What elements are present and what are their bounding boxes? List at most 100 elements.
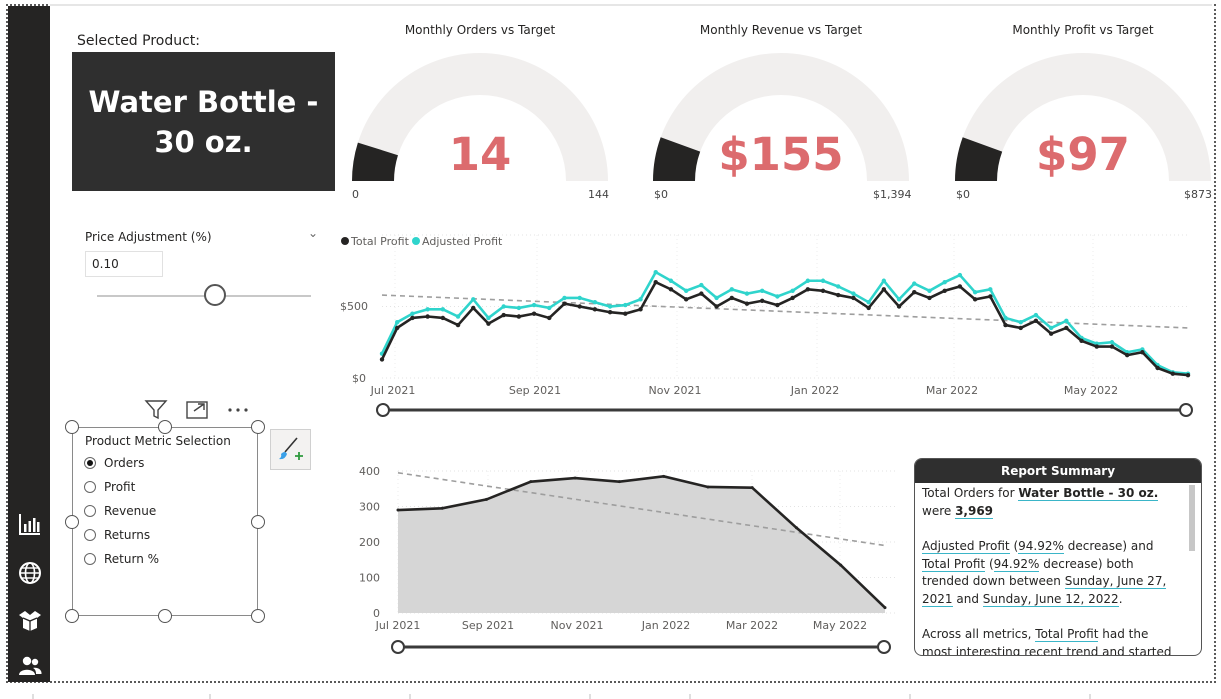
y-tick-label: $0 — [352, 372, 366, 385]
canvas-top-border — [50, 4, 1212, 6]
chevron-down-icon[interactable]: ⌄ — [308, 226, 318, 240]
resize-handle[interactable] — [65, 609, 79, 623]
data-point — [805, 287, 811, 292]
summary-date-link[interactable]: Sunday, June 12, 2022 — [982, 591, 1119, 607]
box-icon[interactable] — [18, 608, 42, 632]
data-point — [425, 314, 430, 319]
summary-text: ( — [985, 556, 994, 571]
series-line-adjusted-profit — [380, 270, 1189, 376]
data-point — [668, 287, 674, 292]
data-point — [607, 310, 613, 315]
legend-label-adjusted-profit: Adjusted Profit — [422, 235, 503, 248]
bar-chart-icon[interactable] — [18, 512, 42, 536]
data-point — [547, 315, 552, 321]
radio-button[interactable] — [84, 553, 96, 565]
data-point — [1018, 325, 1023, 331]
zoom-slider-handle[interactable] — [1179, 403, 1193, 417]
summary-metric-link[interactable]: Total Profit — [1035, 627, 1099, 642]
data-point — [957, 284, 963, 289]
resize-handle[interactable] — [251, 515, 265, 529]
metric-option-orders[interactable]: Orders — [84, 456, 144, 470]
y-tick-label: $500 — [340, 300, 368, 313]
data-point — [927, 288, 932, 293]
price-adjustment-slider-thumb[interactable] — [204, 284, 226, 306]
area-chart-zoom-slider[interactable] — [385, 637, 895, 657]
data-point — [1064, 318, 1069, 323]
data-point — [820, 288, 826, 293]
data-point — [972, 290, 978, 295]
x-axis-ticks: Jul 2021 Sep 2021 Nov 2021 Jan 2022 Mar 2022… — [370, 384, 1119, 397]
resize-handle[interactable] — [158, 609, 172, 623]
metric-option-profit[interactable]: Profit — [84, 480, 135, 494]
data-point — [531, 311, 537, 316]
data-point — [410, 311, 415, 316]
summary-value[interactable]: 94.92% — [993, 556, 1040, 572]
zoom-slider-handle[interactable] — [376, 403, 390, 417]
data-point — [471, 305, 476, 311]
tick-label: Jul 2021 — [370, 384, 416, 397]
data-point — [440, 315, 446, 321]
price-adjustment-title: Price Adjustment (%) — [85, 230, 212, 244]
data-point — [790, 288, 795, 293]
more-options-icon[interactable] — [228, 408, 248, 412]
data-point — [486, 321, 491, 326]
zoom-slider-handle[interactable] — [877, 640, 891, 654]
profit-line-chart[interactable]: Total Profit Adjusted Profit $500 $0 Jul… — [335, 230, 1195, 420]
radio-button[interactable] — [84, 457, 96, 469]
data-point — [794, 526, 798, 530]
price-adjustment-input[interactable]: 0.10 — [85, 251, 163, 277]
data-point — [395, 320, 400, 325]
metric-option-return-pct[interactable]: Return % — [84, 552, 159, 566]
summary-value[interactable]: 94.92% — [1018, 539, 1064, 554]
data-point — [653, 279, 658, 285]
zoom-slider-handle[interactable] — [391, 640, 405, 654]
metric-option-returns[interactable]: Returns — [84, 528, 150, 542]
globe-icon[interactable] — [18, 561, 42, 585]
gauge-min-profit: $0 — [956, 188, 970, 201]
resize-handle[interactable] — [65, 515, 79, 529]
format-visual-button[interactable] — [270, 429, 311, 470]
visual-header — [144, 400, 248, 420]
legend-marker-total-profit — [341, 237, 349, 245]
data-point — [653, 269, 658, 275]
summary-metric-link[interactable]: Adjusted Profit — [922, 539, 1010, 554]
nav-sidebar — [8, 6, 50, 682]
data-point — [759, 288, 765, 293]
line-chart-zoom-slider[interactable] — [370, 400, 1200, 420]
resize-handle[interactable] — [251, 609, 265, 623]
summary-text: and — [952, 591, 983, 606]
data-point — [486, 315, 491, 321]
data-point — [912, 281, 917, 286]
resize-handle[interactable] — [65, 420, 79, 434]
data-point — [531, 302, 537, 308]
data-point — [379, 357, 385, 362]
metric-option-revenue[interactable]: Revenue — [84, 504, 156, 518]
summary-product-link[interactable]: Water Bottle - 30 oz. — [1018, 486, 1159, 501]
summary-value[interactable]: 3,969 — [955, 503, 994, 519]
data-point — [775, 294, 780, 299]
data-point — [577, 295, 582, 301]
data-point — [896, 297, 902, 302]
orders-area-chart[interactable]: 0100200300400 Jul 2021 Sep 2021 Nov 2021 Ja… — [340, 455, 900, 635]
data-point — [1048, 325, 1054, 331]
summary-metric-link[interactable]: Total Profit — [922, 556, 986, 572]
gauge-min-revenue: $0 — [654, 188, 668, 201]
metric-option-label: Revenue — [104, 504, 157, 518]
tick-label: Jan 2022 — [790, 384, 839, 397]
data-point — [988, 294, 993, 299]
data-point — [592, 307, 598, 312]
resize-handle[interactable] — [158, 420, 172, 434]
data-point — [501, 304, 506, 309]
filter-icon[interactable] — [144, 400, 168, 420]
data-point — [759, 298, 765, 303]
gauge-max-profit: $873 — [1184, 188, 1212, 201]
radio-button[interactable] — [84, 529, 96, 541]
resize-handle[interactable] — [251, 420, 265, 434]
users-icon[interactable] — [18, 654, 42, 678]
focus-mode-icon[interactable] — [186, 401, 208, 419]
data-point — [1079, 338, 1084, 344]
radio-button[interactable] — [84, 481, 96, 493]
radio-button[interactable] — [84, 505, 96, 517]
summary-scrollbar[interactable] — [1189, 485, 1195, 551]
summary-text: . — [1118, 591, 1123, 606]
